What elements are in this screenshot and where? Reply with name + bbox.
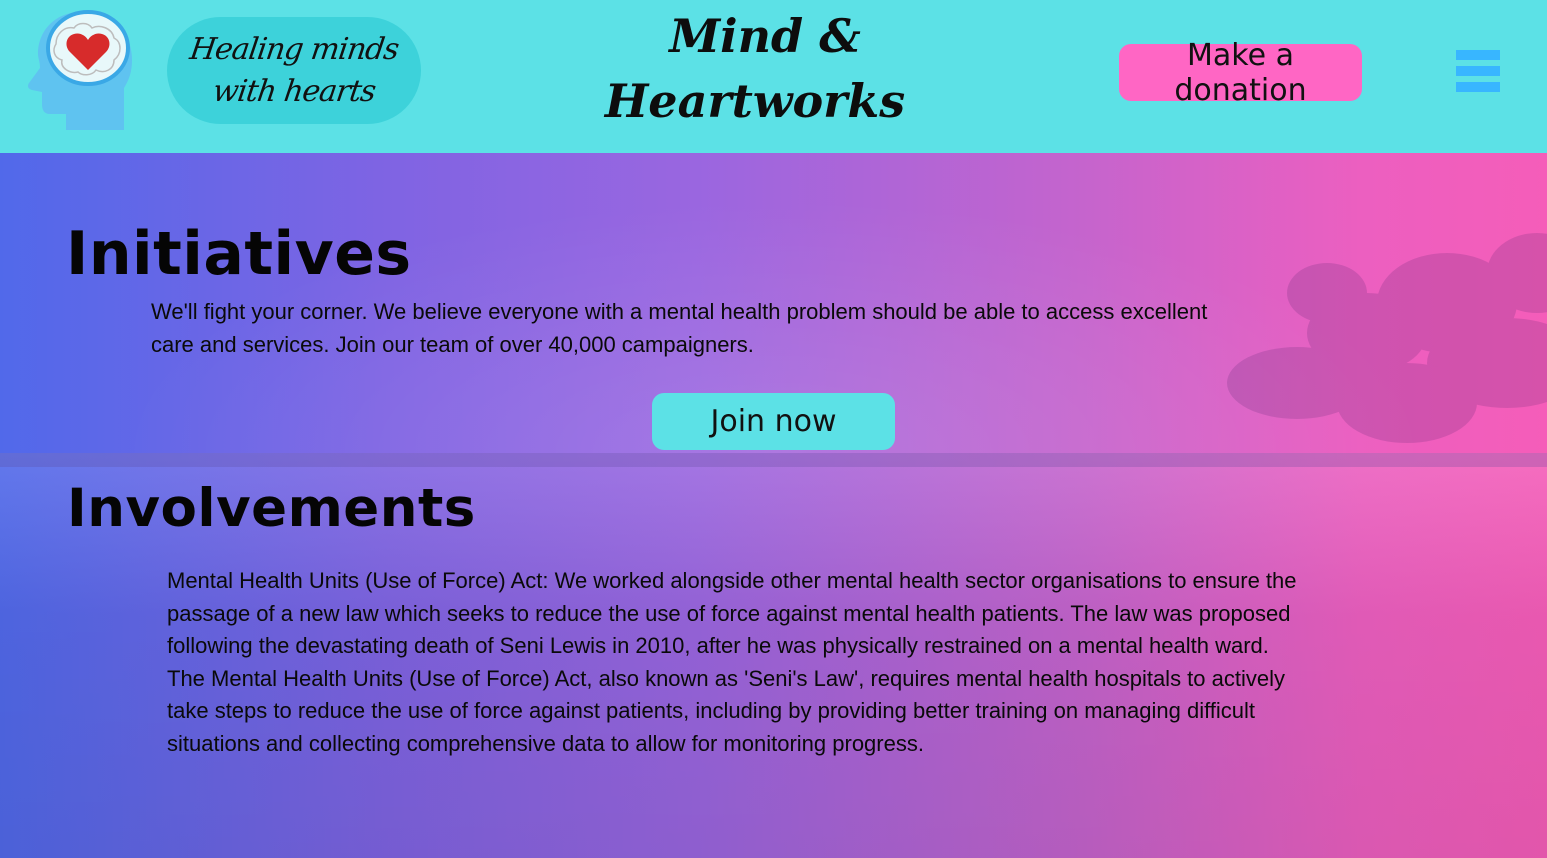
tagline-pill: Healing minds with hearts	[167, 17, 421, 124]
menu-bar	[1456, 82, 1500, 92]
involvements-heading: Involvements	[67, 478, 476, 539]
brand-line-2: Heartworks	[604, 74, 906, 128]
tree-silhouette-image	[1227, 233, 1547, 443]
menu-bar	[1456, 66, 1500, 76]
initiatives-heading: Initiatives	[66, 219, 412, 289]
site-header: Healing minds with hearts Mind & Heartwo…	[0, 0, 1547, 153]
make-donation-button[interactable]: Make a donation	[1119, 38, 1362, 108]
menu-bar	[1456, 50, 1500, 60]
involvements-paragraph: Mental Health Units (Use of Force) Act: …	[167, 568, 1297, 756]
initiatives-paragraph: We'll fight your corner. We believe ever…	[151, 299, 1208, 357]
head-with-heart-icon[interactable]	[26, 10, 136, 132]
site-brand-title[interactable]: Mind & Heartworks	[600, 4, 940, 144]
tagline-line-2: with hearts	[210, 73, 378, 109]
brand-line-1: Mind &	[669, 9, 861, 63]
hamburger-menu-icon[interactable]	[1456, 50, 1500, 96]
tagline-line-1: Healing minds	[187, 31, 401, 67]
hero-section: Initiatives We'll fight your corner. We …	[0, 153, 1547, 858]
join-now-button[interactable]: Join now	[652, 393, 895, 450]
